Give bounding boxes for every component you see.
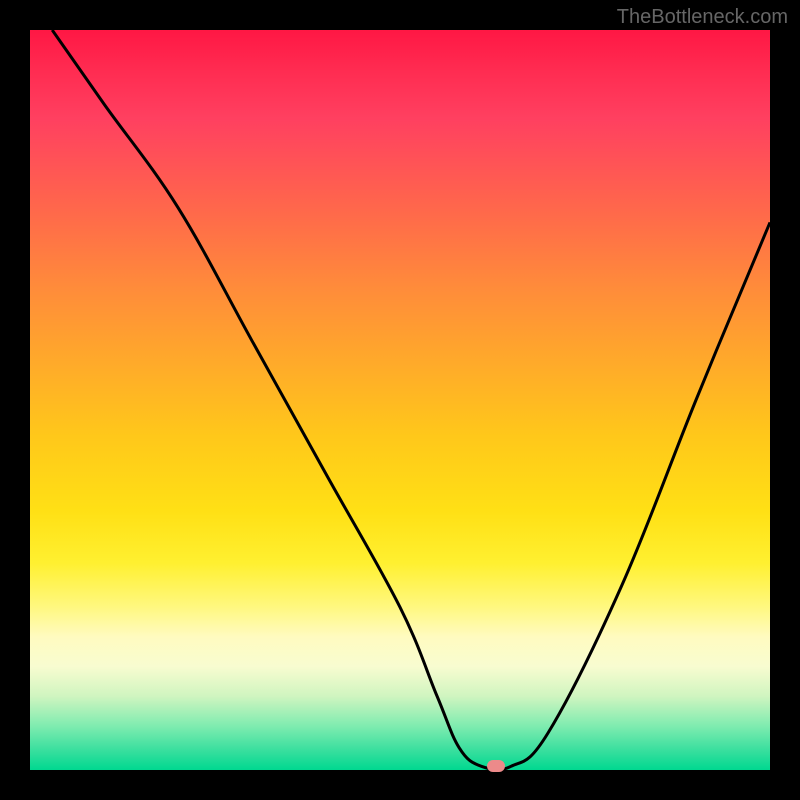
curve-svg [30, 30, 770, 770]
plot-area [30, 30, 770, 770]
watermark-text: TheBottleneck.com [617, 6, 788, 29]
optimal-marker-icon [487, 760, 505, 772]
bottleneck-curve [52, 30, 770, 770]
bottleneck-chart: TheBottleneck.com [0, 0, 800, 800]
